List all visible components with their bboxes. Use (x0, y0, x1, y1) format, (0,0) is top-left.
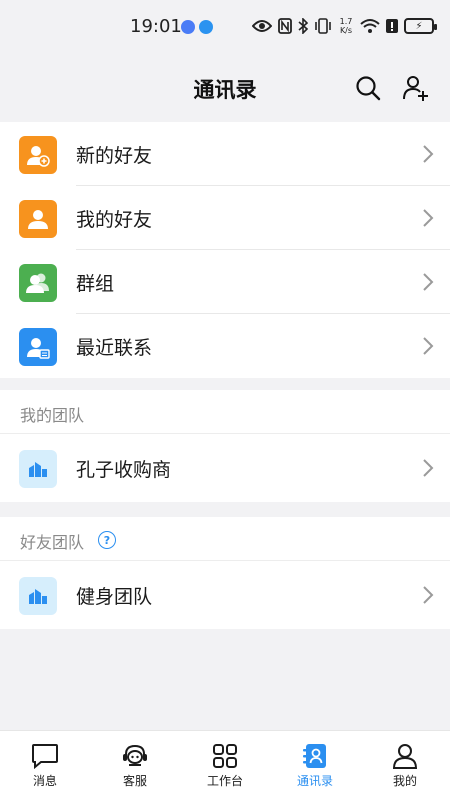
tab-me[interactable]: 我的 (360, 731, 450, 800)
headset-icon (123, 744, 147, 766)
tab-label: 客服 (122, 774, 147, 788)
chevron-right-icon (423, 586, 434, 604)
contact-item-recent[interactable]: 最近联系 (0, 314, 450, 378)
bluetooth-icon (298, 14, 308, 38)
chevron-right-icon (423, 273, 434, 291)
my-friends-icon (19, 200, 57, 238)
tab-label: 通讯录 (296, 774, 333, 788)
contact-item-label: 新的好友 (76, 144, 153, 167)
group-icon (19, 264, 57, 302)
team-item-label: 健身团队 (76, 585, 153, 608)
chevron-right-icon (423, 337, 434, 355)
browser-notification-icon (199, 20, 213, 34)
contact-item-label: 群组 (76, 272, 115, 295)
chevron-right-icon (423, 459, 434, 477)
wifi-icon (360, 14, 380, 38)
message-icon (32, 744, 58, 769)
alert-icon (386, 14, 398, 38)
tab-messages[interactable]: 消息 (0, 731, 90, 800)
search-button[interactable] (352, 72, 384, 104)
tab-workbench[interactable]: 工作台 (180, 731, 270, 800)
bottom-tab-bar: 消息 客服 工作台 通讯录 我的 (0, 730, 450, 800)
page-header: 通讯录 (0, 52, 450, 122)
net-speed-unit: K/s (339, 26, 353, 35)
team-item[interactable]: 孔子收购商 (0, 434, 450, 502)
team-item[interactable]: 健身团队 (0, 561, 450, 629)
network-speed: 1.7 K/s (338, 14, 354, 38)
team-icon (19, 577, 57, 615)
contact-item-label: 我的好友 (76, 208, 153, 231)
eye-icon (252, 14, 272, 38)
grid-icon (213, 744, 237, 768)
vibrate-icon (314, 14, 332, 38)
tab-label: 我的 (392, 774, 417, 788)
my-team-group: 孔子收购商 (0, 434, 450, 502)
tab-label: 工作台 (206, 774, 243, 788)
add-person-icon (403, 76, 428, 101)
help-icon[interactable]: ? (98, 531, 116, 549)
tab-label: 消息 (32, 774, 57, 788)
contact-item-label: 最近联系 (76, 336, 153, 359)
battery-charging-icon: ⚡ (404, 18, 437, 34)
net-speed-value: 1.7 (339, 17, 353, 26)
contact-item-my-friends[interactable]: 我的好友 (0, 186, 450, 250)
tab-customer-service[interactable]: 客服 (90, 731, 180, 800)
status-time: 19:01 (130, 16, 182, 37)
friend-team-group: 健身团队 (0, 561, 450, 629)
notification-dot-icon (181, 20, 195, 34)
add-contact-button[interactable] (400, 72, 432, 104)
team-icon (19, 450, 57, 488)
status-icons: 1.7 K/s ⚡ (252, 14, 437, 38)
chevron-right-icon (423, 145, 434, 163)
status-bar: 19:01 1.7 K/s ⚡ (0, 0, 450, 52)
new-friend-icon (19, 136, 57, 174)
section-heading: 好友团队 (20, 533, 85, 552)
chevron-right-icon (423, 209, 434, 227)
person-icon (392, 744, 418, 769)
contact-item-groups[interactable]: 群组 (0, 250, 450, 314)
recent-contacts-icon (19, 328, 57, 366)
nfc-icon (278, 14, 292, 38)
tab-contacts[interactable]: 通讯录 (270, 731, 360, 800)
contacts-icon (303, 744, 326, 768)
search-icon (356, 76, 381, 101)
my-team-heading: 我的团队 (0, 390, 450, 434)
contacts-group: 新的好友 我的好友 群组 最近联系 (0, 122, 450, 378)
team-item-label: 孔子收购商 (76, 458, 172, 481)
section-heading: 我的团队 (20, 406, 85, 425)
contact-item-new-friends[interactable]: 新的好友 (0, 122, 450, 186)
friend-team-heading: 好友团队 ? (0, 517, 450, 561)
